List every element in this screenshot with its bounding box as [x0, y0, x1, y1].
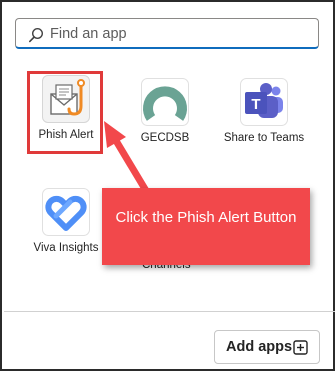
add-apps-button[interactable]: Add apps	[214, 330, 320, 364]
app-label: Viva Insights	[33, 242, 99, 254]
app-label: Share to Teams	[223, 132, 305, 144]
app-label: GECDSB	[140, 132, 190, 144]
plus-square-icon	[293, 340, 308, 355]
gecdsb-tile[interactable]	[141, 78, 189, 126]
search-icon	[28, 27, 44, 43]
envelope-hook-icon	[50, 79, 85, 116]
instruction-callout: Click the Phish Alert Button	[102, 188, 310, 265]
search-input[interactable]	[50, 22, 310, 46]
app-share-to-teams[interactable]: T Share to Teams	[216, 78, 312, 144]
svg-text:T: T	[251, 96, 260, 113]
phish-alert-tile[interactable]	[42, 75, 90, 123]
app-gecdsb[interactable]: GECDSB	[117, 78, 213, 144]
divider	[4, 311, 335, 312]
annotation-arrow	[104, 121, 158, 208]
apps-flyout-panel: Phish Alert GECDSB T Share to Teams	[0, 0, 335, 371]
app-label: Phish Alert	[38, 129, 94, 141]
find-app-search[interactable]	[15, 18, 319, 49]
teams-tile[interactable]: T	[240, 78, 288, 126]
viva-insights-icon	[42, 188, 90, 236]
ring-logo-icon	[141, 78, 189, 126]
viva-insights-tile[interactable]	[42, 188, 90, 236]
app-phish-alert[interactable]: Phish Alert	[18, 71, 114, 154]
app-viva-insights[interactable]: Viva Insights	[18, 188, 114, 254]
add-apps-label: Add apps	[226, 339, 293, 355]
callout-text: Click the Phish Alert Button	[115, 209, 297, 226]
teams-icon: T	[240, 78, 288, 126]
